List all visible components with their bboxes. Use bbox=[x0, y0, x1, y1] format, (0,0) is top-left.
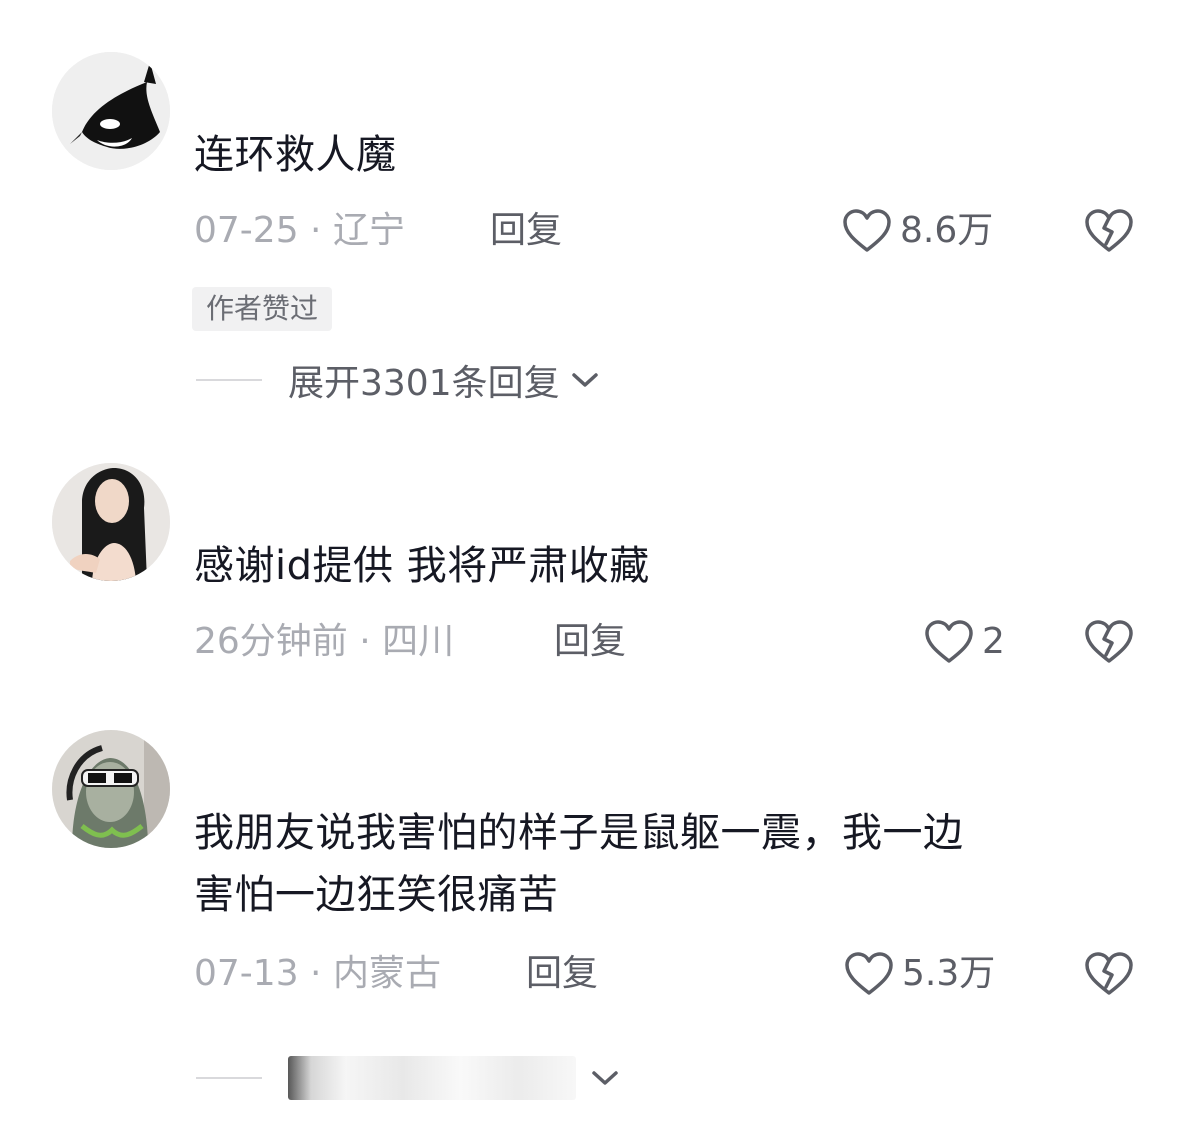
avatar[interactable] bbox=[52, 730, 170, 848]
heart-outline-icon bbox=[925, 620, 973, 663]
reply-button[interactable]: 回复 bbox=[526, 949, 598, 999]
author-liked-tag: 作者赞过 bbox=[192, 287, 333, 331]
comment-date-location: 07-13 · 内蒙古 bbox=[194, 953, 441, 994]
comment-text-line: 我朋友说我害怕的样子是鼠躯一震，我一边 bbox=[194, 810, 964, 856]
like-count: 2 bbox=[982, 621, 1005, 662]
like-button[interactable]: 2 bbox=[924, 617, 1005, 667]
orca-avatar-image bbox=[52, 52, 170, 170]
comment-meta: 07-25 · 辽宁 回复 8.6万 bbox=[194, 206, 1154, 256]
broken-heart-icon bbox=[1085, 952, 1133, 995]
expand-replies[interactable]: 展开3301条回复 bbox=[196, 355, 600, 405]
woman-avatar-image bbox=[52, 463, 170, 581]
broken-heart-icon bbox=[1085, 620, 1133, 663]
like-button[interactable]: 5.3万 bbox=[844, 949, 995, 999]
reply-button[interactable]: 回复 bbox=[490, 206, 562, 256]
dislike-button[interactable] bbox=[1084, 208, 1134, 268]
heart-outline-icon bbox=[845, 952, 893, 995]
dislike-button[interactable] bbox=[1084, 951, 1134, 1011]
blurred-expand-label[interactable] bbox=[288, 1056, 576, 1100]
chevron-down-icon[interactable] bbox=[570, 370, 600, 390]
like-count: 8.6万 bbox=[900, 210, 994, 251]
broken-heart-icon bbox=[1085, 209, 1133, 252]
comment-text-line: 害怕一边狂笑很痛苦 bbox=[194, 872, 559, 918]
expand-replies[interactable] bbox=[196, 1053, 620, 1103]
divider-line bbox=[196, 379, 262, 381]
like-button[interactable]: 8.6万 bbox=[842, 206, 993, 256]
reply-button[interactable]: 回复 bbox=[554, 617, 626, 667]
like-count: 5.3万 bbox=[902, 953, 996, 994]
comment-text: 感谢id提供 我将严肃收藏 bbox=[194, 543, 650, 589]
masked-person-avatar-image bbox=[52, 730, 170, 848]
comment-meta: 07-13 · 内蒙古 回复 5.3万 bbox=[194, 949, 1154, 999]
chevron-down-icon[interactable] bbox=[590, 1068, 620, 1088]
comment-date-location: 07-25 · 辽宁 bbox=[194, 210, 405, 251]
comment-text: 连环救人魔 bbox=[194, 132, 397, 178]
avatar[interactable] bbox=[52, 52, 170, 170]
comment-text: 我朋友说我害怕的样子是鼠躯一震，我一边 害怕一边狂笑很痛苦 bbox=[194, 802, 1134, 926]
comment-date-location: 26分钟前 · 四川 bbox=[194, 621, 455, 662]
avatar[interactable] bbox=[52, 463, 170, 581]
comment-meta: 26分钟前 · 四川 回复 2 bbox=[194, 617, 1154, 667]
dislike-button[interactable] bbox=[1084, 619, 1134, 679]
divider-line bbox=[196, 1077, 262, 1079]
heart-outline-icon bbox=[843, 209, 891, 252]
expand-replies-label[interactable]: 展开3301条回复 bbox=[288, 354, 560, 406]
